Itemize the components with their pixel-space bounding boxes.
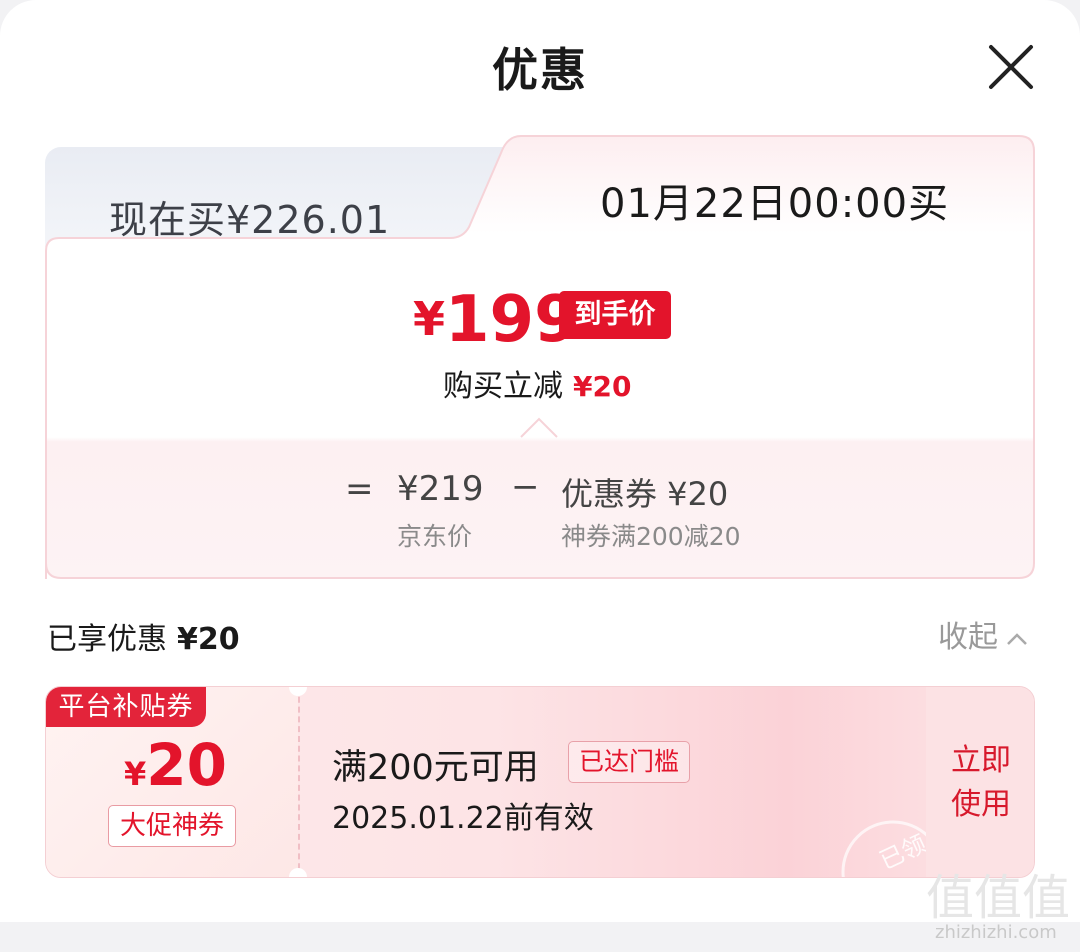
coupon-kind-badge: 大促神券 <box>108 805 236 847</box>
coupon-amount-symbol: ¥ <box>124 755 147 793</box>
watermark-glyphs: 值值值 <box>926 870 1070 922</box>
equals-sign: = <box>345 469 374 509</box>
coupon-amount: ¥20 <box>124 731 227 799</box>
enjoyed-discount: 已享优惠 ¥20 <box>47 614 240 658</box>
coupon-deduction-label: 神券满200减20 <box>561 522 741 551</box>
coupon-card: 平台补贴券 ¥20 大促神券 满200元可用 已达门槛 2025.01.22前有… <box>45 686 1035 878</box>
price-breakdown: = ¥219 京东价 − 优惠券 ¥20 神券满200减20 <box>45 437 1035 579</box>
use-now-button[interactable]: 立即使用 <box>926 687 1034 877</box>
coupon-notch <box>289 868 307 877</box>
instant-reduction: 购买立减 ¥20 <box>443 361 631 405</box>
use-now-label: 立即使用 <box>951 743 1011 822</box>
threshold-reached-badge: 已达门槛 <box>568 741 691 783</box>
chevron-up-icon <box>1007 632 1027 645</box>
reduction-amount: ¥20 <box>573 370 632 403</box>
enjoyed-label: 已享优惠 <box>47 622 167 657</box>
enjoyed-amount: ¥20 <box>177 622 240 657</box>
final-price: ¥199 <box>413 283 579 357</box>
coupon-condition: 满200元可用 <box>332 748 539 788</box>
sheet-title: 优惠 <box>492 43 588 97</box>
tab-buy-later-label[interactable]: 01月22日00:00买 <box>600 171 949 229</box>
reduction-label: 购买立减 <box>443 369 563 404</box>
coupon-divider <box>298 687 300 877</box>
claimed-stamp-text: 已领 <box>875 830 930 876</box>
price-card: 现在买¥226.01 01月22日00:00买 ¥199 到手价 购买立减 ¥2… <box>45 135 1035 579</box>
coupon-left-panel: 平台补贴券 ¥20 大促神券 <box>46 687 298 877</box>
collapse-label: 收起 <box>938 620 998 655</box>
jd-price-value: ¥219 <box>397 469 484 509</box>
coupon-validity: 2025.01.22前有效 <box>332 801 594 836</box>
close-icon[interactable] <box>986 42 1036 92</box>
final-price-badge: 到手价 <box>559 291 671 339</box>
coupon-amount-value: 20 <box>146 731 227 799</box>
card-body: 01月22日00:00买 ¥199 到手价 购买立减 ¥20 = ¥219 京东价… <box>45 135 1035 579</box>
coupon-deduction-value: 优惠券 ¥20 <box>561 475 729 513</box>
final-price-symbol: ¥ <box>413 292 446 346</box>
watermark-text: zhizhizhi.com <box>935 922 1057 943</box>
collapse-button[interactable]: 收起 <box>938 612 1028 656</box>
jd-price-label: 京东价 <box>397 522 473 551</box>
watermark-logo: 值值值 <box>926 870 1070 922</box>
coupon-type-tag: 平台补贴券 <box>46 687 206 727</box>
minus-sign: − <box>511 467 540 507</box>
discount-sheet: 优惠 现在买¥226.01 01月22日00:00买 ¥199 到手价 购买立减… <box>0 0 1080 922</box>
